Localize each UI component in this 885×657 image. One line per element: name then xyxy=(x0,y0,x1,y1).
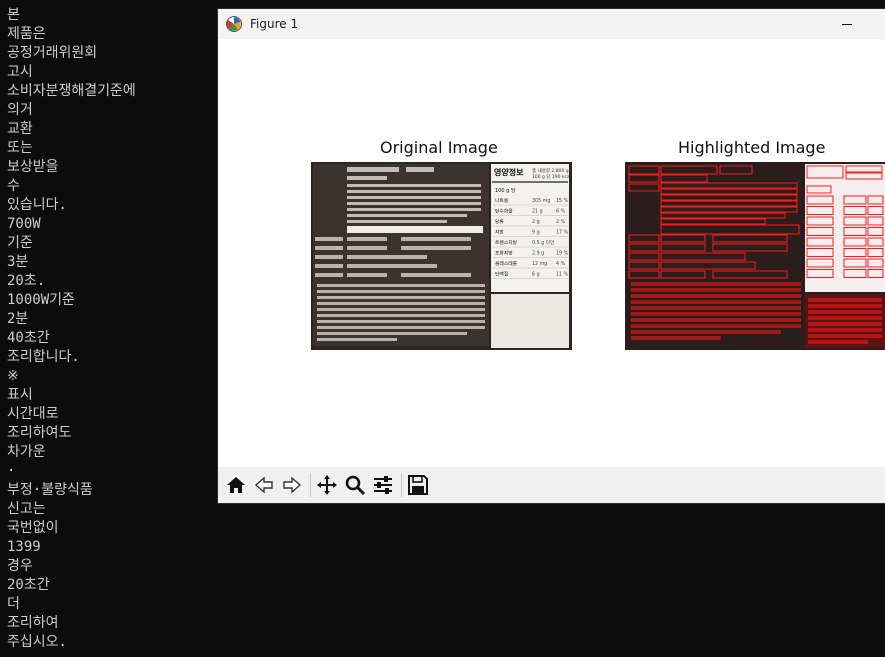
nutrition-amount: 0.5 g 미만 xyxy=(532,239,555,246)
terminal-line: 1000W기준 xyxy=(7,292,75,308)
serving-label: 100 g 당 xyxy=(495,187,516,194)
right-subplot-title: Highlighted Image xyxy=(678,138,826,157)
terminal-line: 신고는 xyxy=(7,501,46,517)
terminal-line: 본 xyxy=(7,7,20,23)
terminal-line: 조리하여도 xyxy=(7,425,72,441)
terminal-line: 기준 xyxy=(7,235,33,251)
save-icon[interactable] xyxy=(405,472,431,498)
terminal-line: 의거 xyxy=(7,102,33,118)
nutrition-name: 콜레스테롤 xyxy=(495,260,518,267)
terminal-line: 소비자분쟁해결기준에 xyxy=(7,83,136,99)
terminal-line: 40초간 xyxy=(7,330,50,346)
terminal-line: 더 xyxy=(7,596,20,612)
back-icon[interactable] xyxy=(251,472,277,498)
terminal-line: 공정거래위원회 xyxy=(7,45,98,61)
nutrition-name: 나트륨 xyxy=(495,197,509,204)
window-title: Figure 1 xyxy=(250,17,299,31)
title-bar[interactable]: Figure 1 xyxy=(218,9,885,39)
zoom-icon[interactable] xyxy=(342,472,368,498)
per-serving-label: 100 g 당 190 kcal xyxy=(532,173,571,180)
terminal-output: 본제품은공정거래위원회고시소비자분쟁해결기준에의거교환또는보상받을수있습니다. 7… xyxy=(0,0,217,657)
terminal-line: 조리합니다. xyxy=(7,349,80,365)
toolbar-separator xyxy=(310,473,311,497)
nutrition-pct: 6 % xyxy=(556,209,566,215)
nutrition-pct: 2 % xyxy=(556,219,566,225)
terminal-line: 있습니다. xyxy=(7,197,67,213)
original-image: 영양정보 총 내용량 2,800 g 100 g 당 190 kcal 100 … xyxy=(311,162,572,350)
nutrition-label: 영양정보 xyxy=(494,167,524,177)
nutrition-name: 탄수화물 xyxy=(495,208,513,215)
nutrition-amount: 12 mg xyxy=(532,261,547,267)
nutrition-name: 단백질 xyxy=(495,271,508,278)
terminal-line: 또는 xyxy=(7,140,33,156)
terminal-line: 표시 xyxy=(7,387,33,403)
nutrition-amount: 2 g xyxy=(532,219,540,225)
terminal-line: 1399 xyxy=(7,539,41,555)
terminal-line: 20초. xyxy=(7,273,46,289)
terminal-line: 2분 xyxy=(7,311,29,327)
nutrition-name: 당류 xyxy=(495,218,504,225)
terminal-line: 교환 xyxy=(7,121,33,137)
terminal-line: 고시 xyxy=(7,64,33,80)
terminal-line: · xyxy=(7,463,16,479)
terminal-line: ※ xyxy=(7,368,19,384)
nutrition-name: 지방 xyxy=(495,229,504,236)
home-icon[interactable] xyxy=(223,472,249,498)
terminal-line: 시간대로 xyxy=(7,406,59,422)
navigation-toolbar xyxy=(218,467,885,503)
nutrition-pct: 19 % xyxy=(556,251,569,257)
figure-canvas[interactable]: Original Image Highlighted Image 영양정보 총 … xyxy=(218,39,885,467)
nutrition-amount: 21 g xyxy=(532,209,543,215)
terminal-line: 보상받을 xyxy=(7,159,59,175)
highlighted-image xyxy=(625,162,885,350)
nutrition-amount: 9 g xyxy=(532,230,540,236)
total-weight-label: 총 내용량 2,800 g xyxy=(532,167,569,174)
pan-icon[interactable] xyxy=(314,472,340,498)
nutrition-pct: 11 % xyxy=(556,272,569,278)
nutrition-pct: 17 % xyxy=(556,230,569,236)
terminal-line: 차가운 xyxy=(7,444,46,460)
configure-icon[interactable] xyxy=(370,472,396,498)
nutrition-amount: 6 g xyxy=(532,272,540,278)
terminal-line: 수 xyxy=(7,178,20,194)
nutrition-amount: 305 mg xyxy=(532,198,550,204)
matplotlib-icon xyxy=(225,15,243,33)
figure-window[interactable]: Figure 1 Original Image Highlighted Imag… xyxy=(217,8,885,504)
nutrition-name: 포화지방 xyxy=(495,250,513,257)
nutrition-pct: 15 % xyxy=(556,198,569,204)
terminal-line: 국번없이 xyxy=(7,520,59,536)
terminal-line: 부정·불량식품 xyxy=(7,482,93,498)
left-subplot-title: Original Image xyxy=(380,138,498,157)
terminal-line: 조리하여 xyxy=(7,615,59,631)
terminal-line: 20초간 xyxy=(7,577,50,593)
nutrition-amount: 2.9 g xyxy=(532,251,544,257)
nutrition-name: 트랜스지방 xyxy=(495,239,518,246)
terminal-line: 700W xyxy=(7,216,41,232)
nutrition-pct: 4 % xyxy=(556,261,566,267)
minimize-icon[interactable] xyxy=(837,15,857,33)
terminal-line: 경우 xyxy=(7,558,33,574)
terminal-line: 3분 xyxy=(7,254,29,270)
toolbar-separator xyxy=(401,473,402,497)
forward-icon[interactable] xyxy=(279,472,305,498)
terminal-line: 주십시오. xyxy=(7,634,67,650)
terminal-line: 제품은 xyxy=(7,26,46,42)
